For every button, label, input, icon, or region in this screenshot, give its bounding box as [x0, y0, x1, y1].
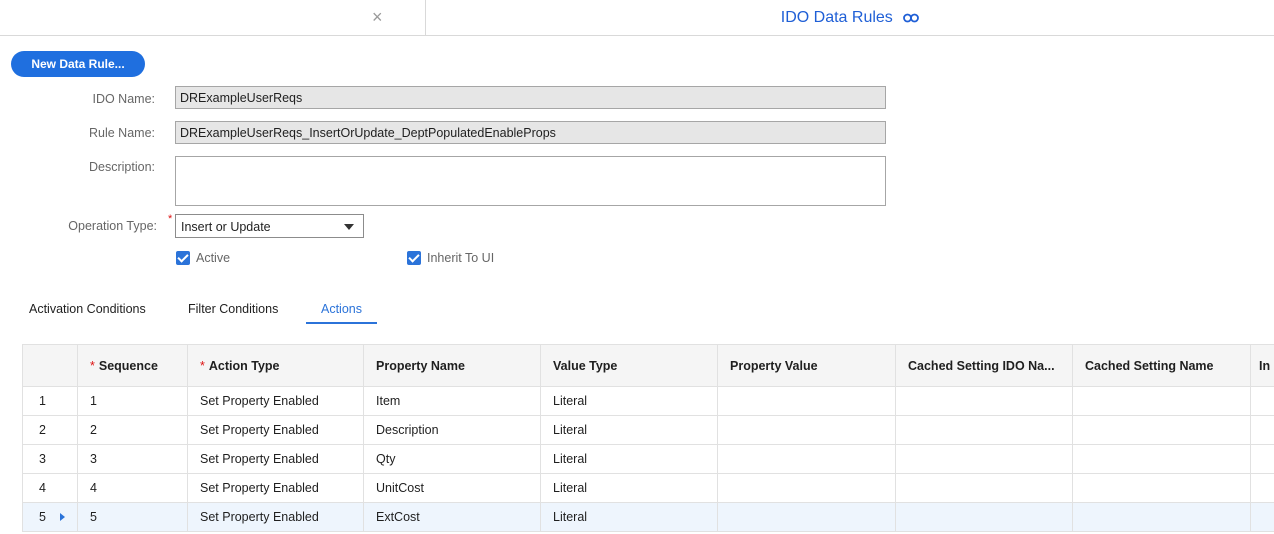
- operation-type-label: Operation Type:: [68, 219, 157, 233]
- cell-action-type[interactable]: Set Property Enabled: [187, 473, 364, 503]
- row-number: 1: [22, 386, 78, 416]
- cell-value-type[interactable]: Literal: [540, 415, 718, 445]
- row-number-cell: 5: [22, 502, 78, 532]
- cell-sequence[interactable]: 5: [77, 502, 188, 532]
- ido-name-field[interactable]: DRExampleUserReqs: [175, 86, 886, 109]
- cell-property-value[interactable]: [717, 473, 896, 503]
- ido-name-label: IDO Name:: [92, 92, 155, 106]
- required-marker: *: [90, 358, 95, 373]
- cell-property-name[interactable]: ExtCost: [363, 502, 541, 532]
- row-number: 3: [22, 444, 78, 474]
- required-marker: *: [168, 213, 173, 225]
- page-title-container: IDO Data Rules: [426, 9, 1274, 29]
- cell-cached-name[interactable]: [1072, 415, 1251, 445]
- table-row[interactable]: 1 1 Set Property Enabled Item Literal: [22, 386, 1274, 416]
- actions-grid: * Sequence * Action Type Property Name Val…: [22, 344, 1274, 532]
- inherit-to-ui-checkbox[interactable]: Inherit To UI: [407, 251, 494, 267]
- cell-cached-ido[interactable]: [895, 444, 1073, 474]
- checkbox-checked-icon: [176, 251, 190, 265]
- cell-value-type[interactable]: Literal: [540, 444, 718, 474]
- cell-sequence[interactable]: 3: [77, 444, 188, 474]
- operation-type-value: Insert or Update: [181, 220, 271, 234]
- cell-extra[interactable]: [1250, 473, 1274, 503]
- cell-action-type[interactable]: Set Property Enabled: [187, 502, 364, 532]
- cell-sequence[interactable]: 1: [77, 386, 188, 416]
- checkbox-checked-icon: [407, 251, 421, 265]
- column-header-cached-setting-name[interactable]: Cached Setting Name: [1072, 344, 1251, 387]
- cell-cached-ido[interactable]: [895, 415, 1073, 445]
- cell-cached-ido[interactable]: [895, 386, 1073, 416]
- cell-cached-name[interactable]: [1072, 386, 1251, 416]
- cell-cached-ido[interactable]: [895, 473, 1073, 503]
- cell-cached-ido[interactable]: [895, 502, 1073, 532]
- cell-extra[interactable]: [1250, 502, 1274, 532]
- required-marker: *: [200, 358, 205, 373]
- cell-cached-name[interactable]: [1072, 473, 1251, 503]
- cell-sequence[interactable]: 2: [77, 415, 188, 445]
- cell-action-type[interactable]: Set Property Enabled: [187, 386, 364, 416]
- inherit-to-ui-label: Inherit To UI: [427, 251, 495, 265]
- column-header-label: Sequence: [98, 358, 158, 373]
- grid-header-row: * Sequence * Action Type Property Name Val…: [22, 344, 1274, 387]
- table-row[interactable]: 2 2 Set Property Enabled Description Lit…: [22, 415, 1274, 445]
- cell-property-name[interactable]: UnitCost: [363, 473, 541, 503]
- cell-cached-name[interactable]: [1072, 444, 1251, 474]
- dropdown-caret-icon: [344, 224, 354, 230]
- row-number: 4: [22, 473, 78, 503]
- cell-action-type[interactable]: Set Property Enabled: [187, 444, 364, 474]
- cell-property-name[interactable]: Item: [363, 386, 541, 416]
- description-field[interactable]: [175, 156, 886, 206]
- cell-property-name[interactable]: Description: [363, 415, 541, 445]
- rule-name-field[interactable]: DRExampleUserReqs_InsertOrUpdate_DeptPop…: [175, 121, 886, 144]
- new-data-rule-button[interactable]: New Data Rule...: [11, 51, 145, 77]
- table-row[interactable]: 3 3 Set Property Enabled Qty Literal: [22, 444, 1274, 474]
- cell-property-value[interactable]: [717, 415, 896, 445]
- column-header-truncated[interactable]: In: [1250, 344, 1274, 387]
- column-header-sequence[interactable]: * Sequence: [77, 344, 188, 387]
- column-header-property-name[interactable]: Property Name: [363, 344, 541, 387]
- active-checkbox[interactable]: Active: [176, 251, 230, 267]
- column-header-label: Action Type: [208, 358, 280, 373]
- cell-value-type[interactable]: Literal: [540, 386, 718, 416]
- cell-property-value[interactable]: [717, 502, 896, 532]
- cell-cached-name[interactable]: [1072, 502, 1251, 532]
- cell-value-type[interactable]: Literal: [540, 473, 718, 503]
- tab-filter-conditions[interactable]: Filter Conditions: [188, 302, 278, 322]
- row-number: 5: [39, 510, 46, 524]
- column-header-property-value[interactable]: Property Value: [717, 344, 896, 387]
- row-number: 2: [22, 415, 78, 445]
- column-header-value-type[interactable]: Value Type: [540, 344, 718, 387]
- top-bar: × IDO Data Rules: [0, 0, 1274, 36]
- cell-extra[interactable]: [1250, 386, 1274, 416]
- column-header-action-type[interactable]: * Action Type: [187, 344, 364, 387]
- cell-property-value[interactable]: [717, 386, 896, 416]
- cell-property-name[interactable]: Qty: [363, 444, 541, 474]
- column-header-cached-setting-ido[interactable]: Cached Setting IDO Na...: [895, 344, 1073, 387]
- tab-actions[interactable]: Actions: [306, 302, 377, 324]
- table-row-selected[interactable]: 5 5 Set Property Enabled ExtCost Literal: [22, 502, 1274, 532]
- description-label: Description:: [89, 160, 155, 174]
- tab-activation-conditions[interactable]: Activation Conditions: [29, 302, 146, 322]
- cell-extra[interactable]: [1250, 415, 1274, 445]
- close-icon[interactable]: ×: [372, 8, 383, 26]
- active-label: Active: [196, 251, 231, 265]
- cell-value-type[interactable]: Literal: [540, 502, 718, 532]
- rule-name-label: Rule Name:: [89, 126, 155, 140]
- table-row[interactable]: 4 4 Set Property Enabled UnitCost Litera…: [22, 473, 1274, 503]
- cell-extra[interactable]: [1250, 444, 1274, 474]
- column-header-rownum: [22, 344, 78, 387]
- operation-type-select[interactable]: Insert or Update: [175, 214, 364, 238]
- cell-property-value[interactable]: [717, 444, 896, 474]
- cell-action-type[interactable]: Set Property Enabled: [187, 415, 364, 445]
- row-indicator-icon: [59, 513, 65, 521]
- page-title: IDO Data Rules: [780, 9, 893, 26]
- link-icon[interactable]: [903, 11, 920, 29]
- cell-sequence[interactable]: 4: [77, 473, 188, 503]
